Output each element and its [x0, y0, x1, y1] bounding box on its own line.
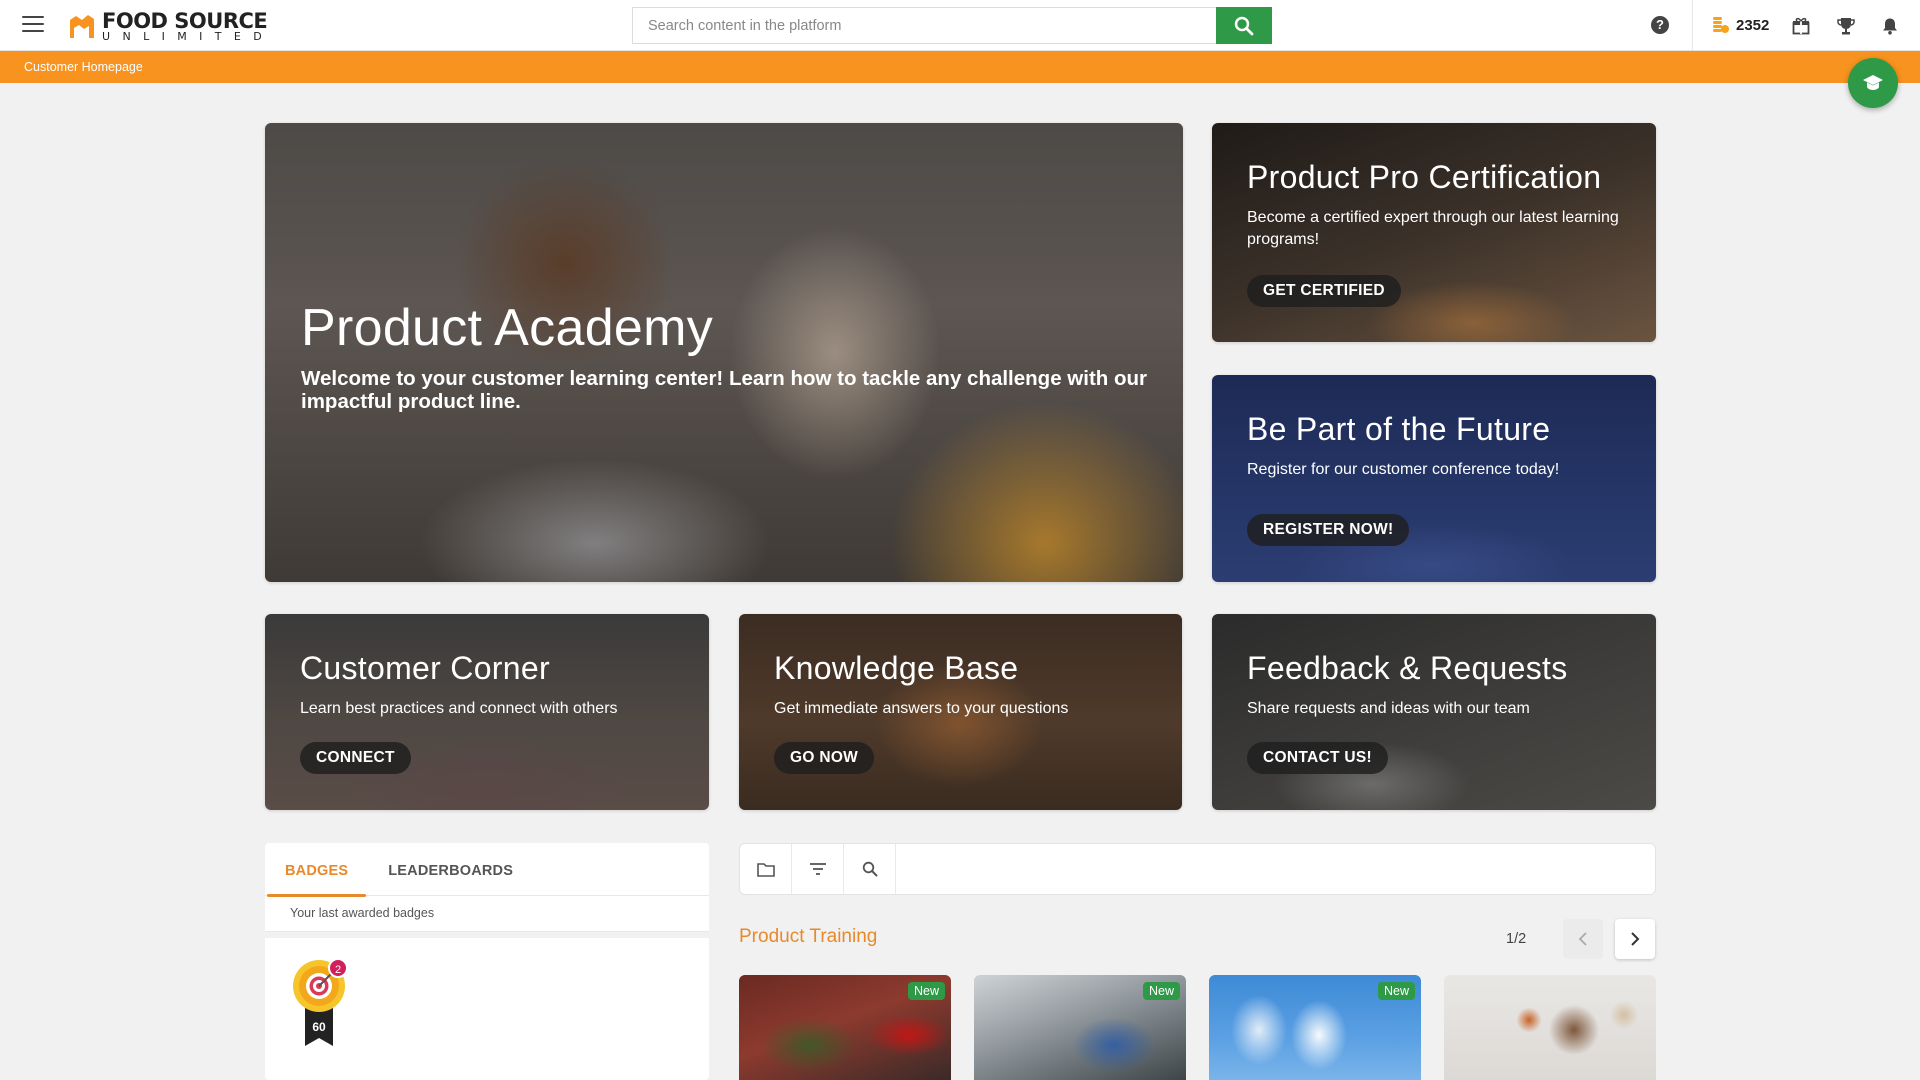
- tile-feedback-subtitle: Share requests and ideas with our team: [1247, 700, 1530, 717]
- tile-certification-title: Product Pro Certification: [1247, 159, 1602, 195]
- new-tag: New: [1377, 982, 1415, 1000]
- pager-prev-button[interactable]: [1563, 919, 1603, 959]
- trophy-icon[interactable]: [1835, 15, 1857, 37]
- filter-button[interactable]: [792, 844, 844, 894]
- tile-certification[interactable]: Product Pro Certification Become a certi…: [1212, 123, 1656, 342]
- catalog-search-button[interactable]: [844, 844, 896, 894]
- badges-list: 60 2: [265, 938, 709, 1080]
- folder-icon: [756, 862, 775, 877]
- breadcrumb-bar: Customer Homepage: [0, 51, 1920, 83]
- tile-corner-subtitle: Learn best practices and connect with ot…: [300, 700, 618, 717]
- tile-knowledge-title: Knowledge Base: [774, 650, 1019, 686]
- logo-name-main: FOOD SOURCE: [102, 8, 268, 33]
- hero-title: Product Academy: [301, 299, 714, 357]
- tile-feedback-title: Feedback & Requests: [1247, 650, 1568, 686]
- coins-value: 2352: [1736, 16, 1770, 34]
- new-tag: New: [1142, 982, 1180, 1000]
- course-card[interactable]: New: [974, 975, 1186, 1080]
- folder-button[interactable]: [740, 844, 792, 894]
- course-card[interactable]: [1444, 975, 1656, 1080]
- gift-icon[interactable]: [1790, 15, 1812, 37]
- catalog-toolbar: [739, 843, 1656, 895]
- search-input[interactable]: [632, 7, 1216, 44]
- tab-leaderboards[interactable]: LEADERBOARDS: [368, 843, 533, 896]
- search-icon: [862, 861, 877, 877]
- tile-knowledge-subtitle: Get immediate answers to your questions: [774, 700, 1069, 717]
- bell-icon[interactable]: [1879, 15, 1901, 37]
- graduation-cap-icon: [1863, 75, 1883, 90]
- go-now-button[interactable]: GO NOW: [774, 742, 875, 774]
- chevron-right-icon: [1631, 932, 1640, 946]
- badges-hint: Your last awarded badges: [265, 896, 709, 932]
- connect-button[interactable]: CONNECT: [300, 742, 411, 774]
- hero-tile-product-academy[interactable]: Product Academy Welcome to your customer…: [265, 123, 1183, 582]
- hero-subtitle: Welcome to your customer learning center…: [301, 367, 1148, 413]
- coins-counter[interactable]: 2352: [1712, 16, 1769, 34]
- coins-icon: [1713, 17, 1729, 33]
- badge-count-bubble: 2: [328, 958, 348, 978]
- chevron-left-icon: [1578, 932, 1587, 946]
- badge-points: 60: [312, 1020, 326, 1034]
- register-now-button[interactable]: REGISTER NOW!: [1247, 514, 1410, 546]
- contact-us-button[interactable]: CONTACT US!: [1247, 742, 1388, 774]
- badges-panel: BADGES LEADERBOARDS Your last awarded ba…: [265, 843, 709, 1080]
- search-icon: [1234, 16, 1254, 35]
- logo-text: FOOD SOURCE UNLIMITED: [102, 8, 275, 43]
- section-title-product-training: Product Training: [739, 926, 878, 947]
- new-tag: New: [907, 982, 945, 1000]
- logo-mark-icon: [70, 15, 94, 38]
- tile-corner-title: Customer Corner: [300, 650, 550, 686]
- tile-conference-subtitle: Register for our customer conference tod…: [1247, 461, 1560, 478]
- search-button[interactable]: [1216, 7, 1272, 44]
- tile-conference-title: Be Part of the Future: [1247, 411, 1551, 447]
- learning-fab-button[interactable]: [1848, 58, 1898, 108]
- breadcrumb-home[interactable]: Customer Homepage: [24, 60, 143, 74]
- course-card[interactable]: New: [1209, 975, 1421, 1080]
- search-bar: [632, 7, 1272, 44]
- header-divider: [1692, 0, 1693, 51]
- get-certified-button[interactable]: GET CERTIFIED: [1247, 275, 1401, 307]
- pager-indicator: 1/2: [1506, 931, 1527, 947]
- logo-name-sub: UNLIMITED: [102, 29, 275, 43]
- top-bar: FOOD SOURCE UNLIMITED ? 2352: [0, 0, 1920, 51]
- help-icon[interactable]: ?: [1651, 16, 1669, 34]
- tile-conference[interactable]: Be Part of the Future Register for our c…: [1212, 375, 1656, 582]
- badges-tabs: BADGES LEADERBOARDS: [265, 843, 709, 897]
- tile-knowledge-base[interactable]: Knowledge Base Get immediate answers to …: [739, 614, 1182, 810]
- menu-icon[interactable]: [22, 16, 44, 34]
- filter-icon: [809, 863, 826, 875]
- tile-customer-corner[interactable]: Customer Corner Learn best practices and…: [265, 614, 709, 810]
- brand-logo[interactable]: FOOD SOURCE UNLIMITED: [68, 10, 274, 42]
- course-card[interactable]: New: [739, 975, 951, 1080]
- pager-next-button[interactable]: [1615, 919, 1655, 959]
- tile-feedback[interactable]: Feedback & Requests Share requests and i…: [1212, 614, 1656, 810]
- tab-badges[interactable]: BADGES: [265, 843, 368, 897]
- tile-certification-subtitle: Become a certified expert through our la…: [1247, 209, 1619, 248]
